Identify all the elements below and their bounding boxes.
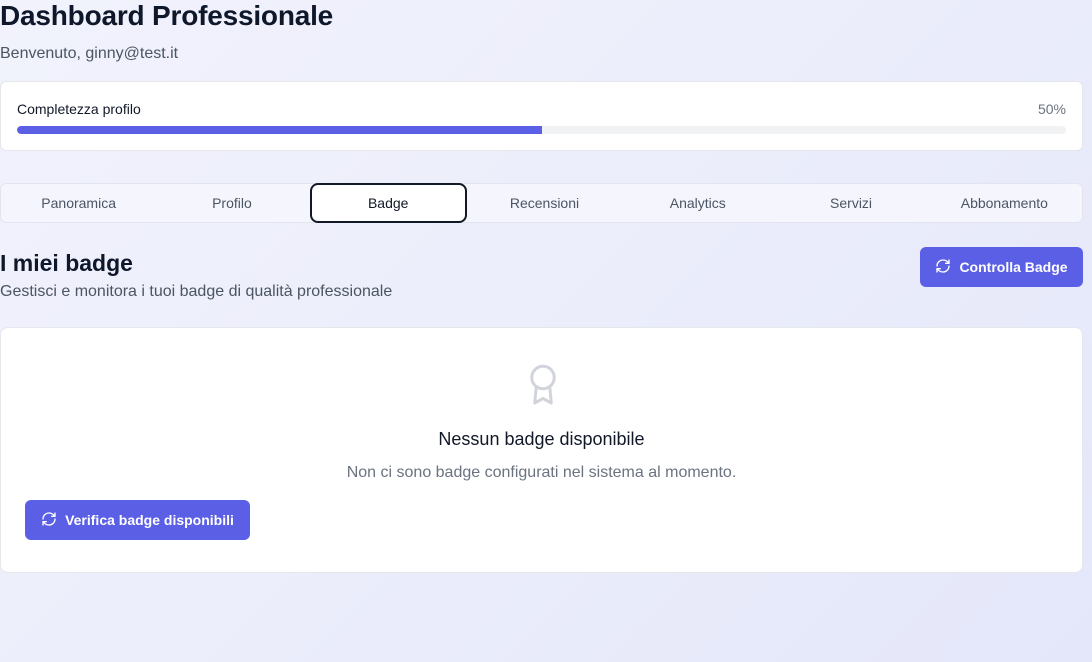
progress-bar xyxy=(17,126,1066,134)
verify-badges-button[interactable]: Verifica badge disponibili xyxy=(25,500,250,540)
progress-label: Completezza profilo xyxy=(17,101,141,117)
check-badges-label: Controlla Badge xyxy=(959,259,1068,275)
welcome-text: Benvenuto, ginny@test.it xyxy=(0,45,179,62)
tab-profilo[interactable]: Profilo xyxy=(155,184,308,222)
empty-state-card: Nessun badge disponibile Non ci sono bad… xyxy=(0,327,1083,573)
refresh-icon xyxy=(41,511,57,530)
tab-servizi[interactable]: Servizi xyxy=(774,184,927,222)
section-title: I miei badge xyxy=(0,250,133,276)
verify-badges-label: Verifica badge disponibili xyxy=(65,512,234,528)
dashboard-page: Dashboard Professionale Benvenuto, ginny… xyxy=(0,0,1092,662)
empty-state-description: Non ci sono badge configurati nel sistem… xyxy=(346,464,737,481)
empty-state-title: Nessun badge disponibile xyxy=(438,429,645,449)
award-icon xyxy=(525,362,561,408)
progress-bar-fill xyxy=(17,126,542,134)
profile-completeness-card: Completezza profilo 50% xyxy=(0,81,1083,151)
check-badges-button[interactable]: Controlla Badge xyxy=(920,247,1083,287)
refresh-icon xyxy=(935,258,951,277)
tab-badge[interactable]: Badge xyxy=(309,183,467,223)
tab-panoramica[interactable]: Panoramica xyxy=(2,184,155,222)
tab-analytics[interactable]: Analytics xyxy=(621,184,774,222)
tab-abbonamento[interactable]: Abbonamento xyxy=(928,184,1081,222)
page-title: Dashboard Professionale xyxy=(0,0,334,31)
section-subtitle: Gestisci e monitora i tuoi badge di qual… xyxy=(0,283,393,300)
tab-bar: Panoramica Profilo Badge Recensioni Anal… xyxy=(0,183,1083,223)
tab-recensioni[interactable]: Recensioni xyxy=(468,184,621,222)
progress-value: 50% xyxy=(1037,101,1066,117)
